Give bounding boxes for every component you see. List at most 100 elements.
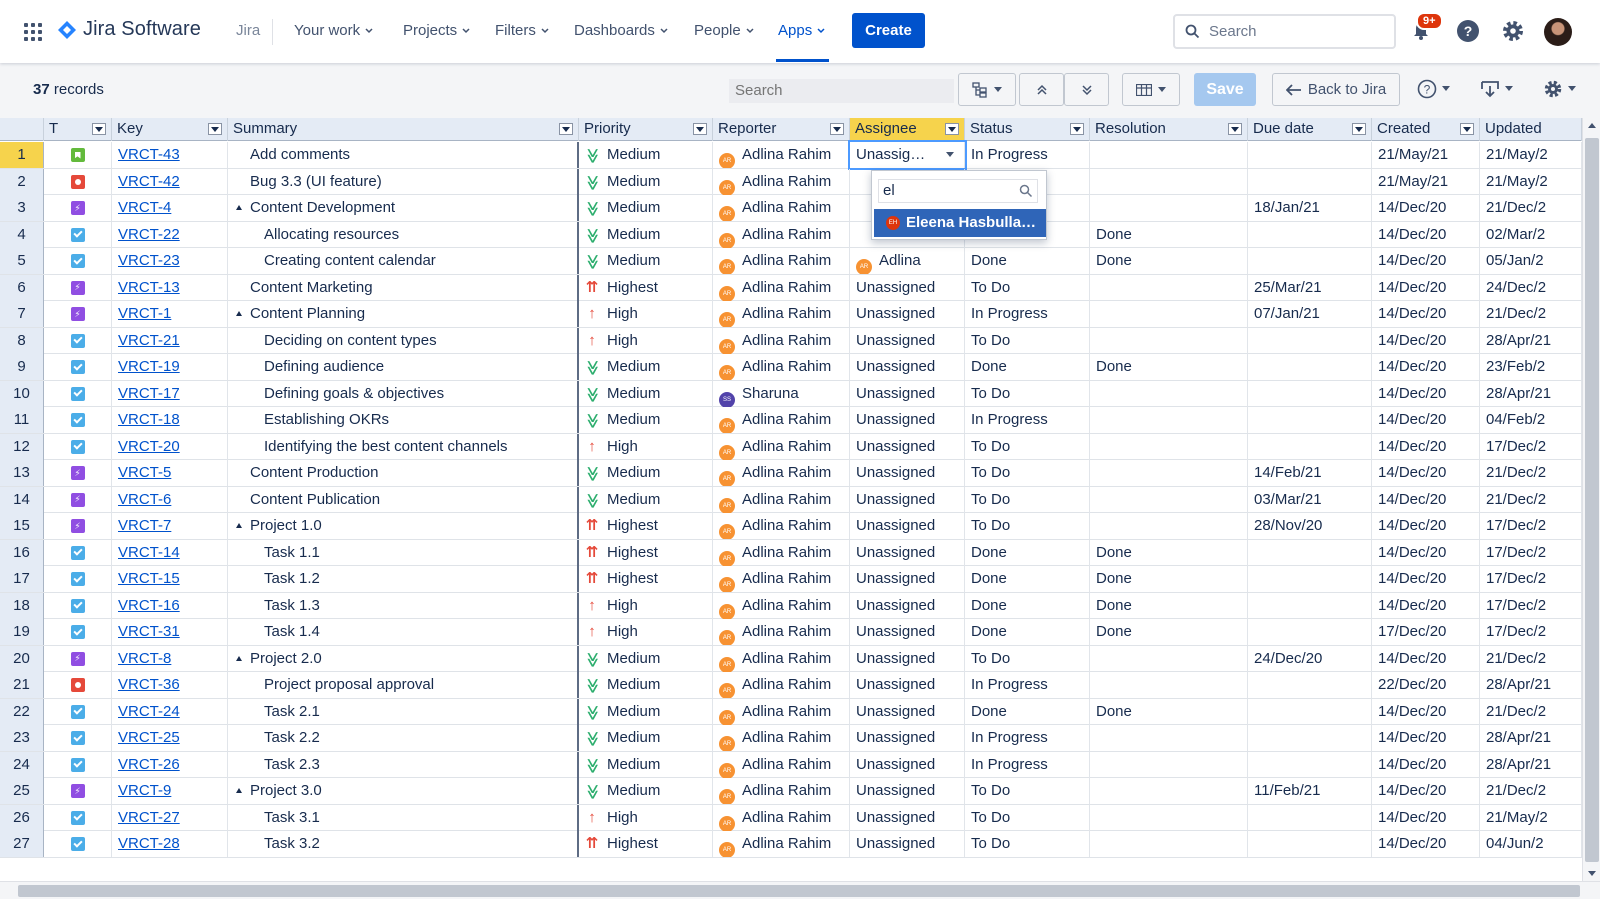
vertical-scroll-thumb[interactable] [1585,138,1599,862]
resolution-cell[interactable] [1090,460,1248,486]
priority-cell[interactable]: ↑ High [579,619,713,645]
created-cell[interactable]: 14/Dec/20 [1372,778,1480,804]
help-icon[interactable]: ? [1455,18,1481,44]
summary-cell[interactable]: Task 2.2 [228,725,579,751]
due-date-cell[interactable] [1248,354,1372,380]
reporter-cell[interactable]: AR Adlina Rahim [713,195,850,221]
row-number-cell[interactable]: 17 [0,566,44,592]
type-cell[interactable] [44,539,112,566]
assignee-cell[interactable]: Unassigned [850,725,965,751]
created-cell[interactable]: 14/Dec/20 [1372,274,1480,301]
key-cell[interactable]: VRCT-27 [112,804,228,831]
back-to-jira-button[interactable]: Back to Jira [1272,73,1400,106]
reporter-cell[interactable]: SS Sharuna [713,380,850,407]
summary-cell[interactable]: Project proposal approval [228,672,579,698]
status-cell[interactable]: In Progress [965,751,1090,778]
reporter-cell[interactable]: AR Adlina Rahim [713,354,850,380]
priority-cell[interactable]: ≫ Medium [579,248,713,274]
type-cell[interactable] [44,354,112,380]
updated-cell[interactable]: 05/Jan/2 [1480,248,1582,274]
created-cell[interactable]: 14/Dec/20 [1372,354,1480,380]
created-cell[interactable]: 14/Dec/20 [1372,380,1480,407]
type-cell[interactable] [44,407,112,433]
reporter-cell[interactable]: AR Adlina Rahim [713,539,850,566]
updated-cell[interactable]: 21/Dec/2 [1480,698,1582,725]
key-cell[interactable]: VRCT-42 [112,168,228,195]
priority-cell[interactable]: ≫ Medium [579,354,713,380]
reporter-cell[interactable]: AR Adlina Rahim [713,672,850,698]
key-cell[interactable]: VRCT-24 [112,698,228,725]
resolution-cell[interactable] [1090,380,1248,407]
type-cell[interactable] [44,672,112,698]
updated-cell[interactable]: 17/Dec/2 [1480,539,1582,566]
created-cell[interactable]: 14/Dec/20 [1372,195,1480,221]
type-cell[interactable] [44,195,112,221]
priority-cell[interactable]: ≫ Medium [579,672,713,698]
collapse-caret-icon[interactable] [236,311,242,316]
due-date-cell[interactable] [1248,539,1372,566]
assignee-cell[interactable]: Unassigned [850,301,965,327]
due-date-cell[interactable]: 24/Dec/20 [1248,645,1372,672]
due-date-cell[interactable] [1248,698,1372,725]
grid-search-input[interactable] [729,79,954,103]
row-number-cell[interactable]: 14 [0,486,44,513]
reporter-cell[interactable]: AR Adlina Rahim [713,460,850,486]
priority-cell[interactable]: ≫ Medium [579,698,713,725]
summary-cell[interactable]: Content Publication [228,486,579,513]
updated-cell[interactable]: 28/Apr/21 [1480,751,1582,778]
type-cell[interactable] [44,380,112,407]
nav-jira-label[interactable]: Jira [236,22,260,39]
summary-cell[interactable]: Add comments [228,142,579,168]
type-cell[interactable] [44,751,112,778]
key-cell[interactable]: VRCT-17 [112,380,228,407]
row-number-cell[interactable]: 21 [0,672,44,698]
issue-key-link[interactable]: VRCT-5 [118,464,171,481]
create-button[interactable]: Create [852,13,925,48]
key-cell[interactable]: VRCT-14 [112,539,228,566]
status-cell[interactable]: In Progress [965,142,1090,168]
resolution-cell[interactable] [1090,645,1248,672]
priority-cell[interactable]: ≫ Medium [579,778,713,804]
key-cell[interactable]: VRCT-43 [112,142,228,168]
row-number-cell[interactable]: 16 [0,539,44,566]
updated-cell[interactable]: 21/May/2 [1480,168,1582,195]
updated-cell[interactable]: 02/Mar/2 [1480,221,1582,248]
key-cell[interactable]: VRCT-9 [112,778,228,804]
issue-key-link[interactable]: VRCT-31 [118,623,180,640]
type-cell[interactable] [44,698,112,725]
collapse-caret-icon[interactable] [236,655,242,661]
updated-cell[interactable]: 28/Apr/21 [1480,672,1582,698]
status-cell[interactable]: Done [965,592,1090,619]
due-date-cell[interactable] [1248,831,1372,857]
table-row[interactable]: 23 VRCT-25 Task 2.2 ≫ Medium AR Adlina Rahim Un… [0,725,1582,752]
column-header-resolution[interactable]: Resolution [1090,118,1248,141]
updated-cell[interactable]: 28/Apr/21 [1480,725,1582,751]
assignee-cell[interactable]: Unassigned [850,380,965,407]
export-menu-button[interactable] [1480,79,1513,99]
assignee-cell[interactable]: Unassigned [850,539,965,566]
created-cell[interactable]: 14/Dec/20 [1372,460,1480,486]
table-row[interactable]: 16 VRCT-14 Task 1.1 ⇈ Highest AR Adlina Rahim U… [0,539,1582,566]
key-cell[interactable]: VRCT-22 [112,221,228,248]
row-number-header[interactable] [0,118,44,141]
filter-dropdown-icon[interactable] [945,123,959,135]
reporter-cell[interactable]: AR Adlina Rahim [713,725,850,751]
status-cell[interactable]: In Progress [965,407,1090,433]
key-cell[interactable]: VRCT-31 [112,619,228,645]
summary-cell[interactable]: Defining audience [228,354,579,380]
table-row[interactable]: 1 VRCT-43 Add comments ≫ Medium AR Adlina Rahi… [0,140,1582,170]
status-cell[interactable]: In Progress [965,672,1090,698]
column-header-type[interactable]: T [44,118,112,141]
resolution-cell[interactable] [1090,486,1248,513]
summary-cell[interactable]: Defining goals & objectives [228,380,579,407]
reporter-cell[interactable]: AR Adlina Rahim [713,513,850,539]
due-date-cell[interactable]: 25/Mar/21 [1248,274,1372,301]
issue-key-link[interactable]: VRCT-22 [118,226,180,243]
priority-cell[interactable]: ↑ High [579,327,713,354]
assignee-cell[interactable]: Unassigned [850,751,965,778]
nav-projects[interactable]: Projects [403,22,470,39]
filter-dropdown-icon[interactable] [559,123,573,135]
table-row[interactable]: 18 VRCT-16 Task 1.3 ↑ High AR Adlina Rahim Unas… [0,592,1582,619]
issue-key-link[interactable]: VRCT-27 [118,809,180,826]
priority-cell[interactable]: ⇈ Highest [579,539,713,566]
